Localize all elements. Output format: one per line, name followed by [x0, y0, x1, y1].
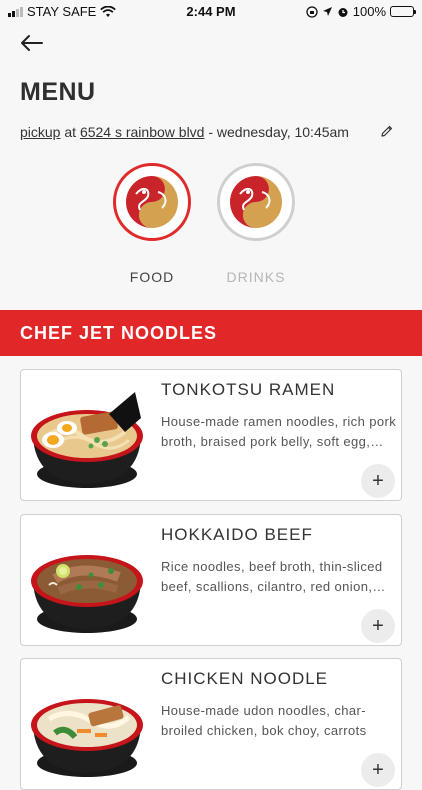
item-description: Rice noodles, beef broth, thin-sliced be…	[161, 559, 383, 594]
chicken-noodle-bowl-image	[31, 699, 143, 777]
order-details: pickup at 6524 s rainbow blvd - wednesda…	[20, 124, 349, 140]
item-name: CHICKEN NOODLE	[161, 669, 329, 688]
dragon-logo-icon	[124, 174, 180, 230]
item-description: House-made ramen noodles, rich pork brot…	[161, 414, 397, 449]
order-address-link[interactable]: 6524 s rainbow blvd	[80, 124, 205, 140]
tab-food-label: FOOD	[129, 269, 175, 285]
tab-food[interactable]: FOOD	[111, 163, 193, 285]
order-mode-link[interactable]: pickup	[20, 124, 60, 140]
edit-pencil-icon[interactable]	[380, 124, 394, 138]
back-arrow-icon[interactable]	[18, 30, 44, 56]
add-item-button[interactable]: +	[361, 753, 395, 787]
status-bar: STAY SAFE 2:44 PM 100%	[0, 0, 422, 24]
order-time-text: - wednesday, 10:45am	[208, 124, 349, 140]
tab-drinks[interactable]: DRINKS	[215, 163, 297, 285]
lock-rotation-icon	[306, 5, 318, 18]
item-name: HOKKAIDO BEEF	[161, 525, 313, 544]
dragon-logo-icon	[228, 174, 284, 230]
alarm-icon	[338, 7, 348, 17]
location-arrow-icon	[322, 7, 332, 16]
beef-noodle-bowl-image	[31, 555, 143, 633]
order-at-text: at	[64, 124, 77, 140]
tab-drinks-label: DRINKS	[226, 269, 286, 285]
add-item-button[interactable]: +	[361, 609, 395, 643]
section-header: CHEF JET NOODLES	[0, 310, 422, 356]
ramen-bowl-image	[31, 392, 143, 488]
menu-item-card[interactable]: HOKKAIDO BEEF Rice noodles, beef broth, …	[20, 514, 402, 646]
page-title: MENU	[20, 78, 96, 106]
battery-percent: 100%	[352, 4, 386, 19]
item-description: House-made udon noodles, char-broiled ch…	[161, 703, 367, 738]
add-item-button[interactable]: +	[361, 464, 395, 498]
item-name: TONKOTSU RAMEN	[161, 380, 336, 399]
menu-item-card[interactable]: CHICKEN NOODLE House-made udon noodles, …	[20, 658, 402, 790]
battery-icon	[390, 6, 416, 17]
menu-item-card[interactable]: TONKOTSU RAMEN House-made ramen noodles,…	[20, 369, 402, 501]
